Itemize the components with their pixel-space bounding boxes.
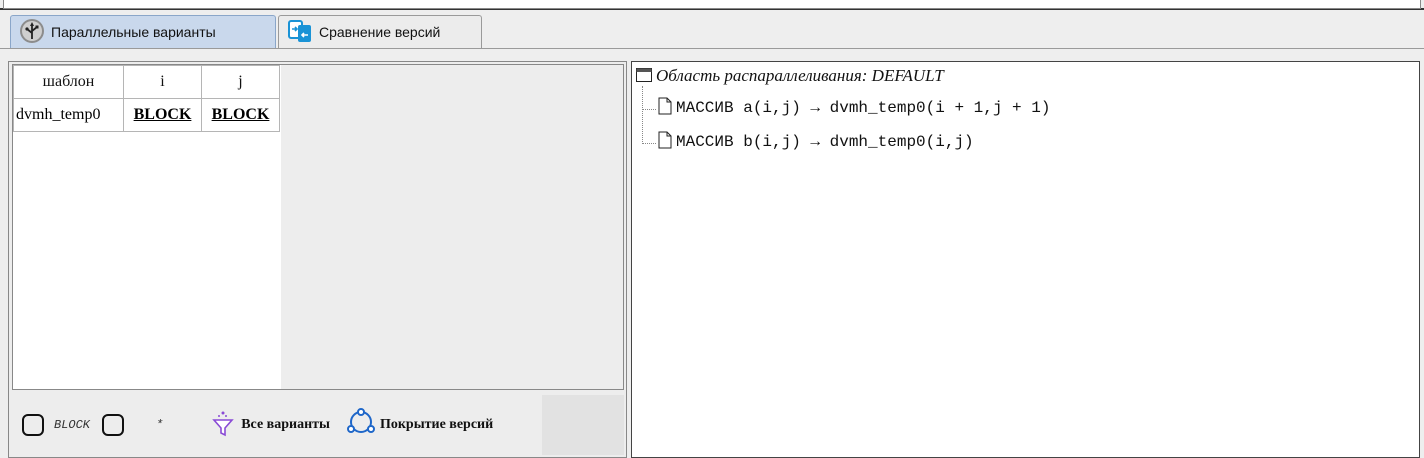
compare-versions-icon <box>287 18 313 47</box>
tree-root-node[interactable]: Область распараллеливания: DEFAULT <box>636 66 944 86</box>
folder-icon <box>636 67 652 86</box>
tree-node-array-a[interactable]: МАССИВ a(i,j) → dvmh_temp0(i + 1,j + 1) <box>658 97 1050 119</box>
column-header-j[interactable]: j <box>201 65 280 99</box>
coverage-circles-icon <box>344 408 378 442</box>
funnel-icon <box>211 408 235 442</box>
variants-grid: шаблон i j dvmh_temp0 BLOCK BLOCK <box>12 64 624 390</box>
column-header-i[interactable]: i <box>123 65 202 99</box>
tab-label: Сравнение версий <box>319 24 441 40</box>
file-icon <box>658 131 672 153</box>
block-filter[interactable]: BLOCK <box>22 414 90 436</box>
parallel-region-tree: Область распараллеливания: DEFAULT МАССИ… <box>631 61 1420 458</box>
variants-pane: шаблон i j dvmh_temp0 BLOCK BLOCK BLOCK … <box>8 61 627 458</box>
table-header-row: шаблон i j <box>13 65 280 99</box>
tab-parallel-variants[interactable]: Параллельные варианты <box>10 15 276 48</box>
usb-branch-icon <box>19 18 45 47</box>
variants-table: шаблон i j dvmh_temp0 BLOCK BLOCK <box>13 65 280 132</box>
top-strip <box>0 0 1424 10</box>
tree-node-label: МАССИВ a(i,j) → dvmh_temp0(i + 1,j + 1) <box>676 99 1051 117</box>
version-coverage-label: Покрытие версий <box>379 417 494 432</box>
table-row[interactable]: dvmh_temp0 BLOCK BLOCK <box>13 98 280 132</box>
tree-node-array-b[interactable]: МАССИВ b(i,j) → dvmh_temp0(i,j) <box>658 131 974 153</box>
all-variants-label: Все варианты <box>241 417 330 432</box>
tab-bar: Параллельные варианты Сравнение версий <box>0 12 1424 49</box>
tab-version-comparison[interactable]: Сравнение версий <box>278 15 482 48</box>
tree-root-label: Область распараллеливания: DEFAULT <box>656 66 944 85</box>
star-filter[interactable]: * <box>102 414 163 436</box>
tree-node-label: МАССИВ b(i,j) → dvmh_temp0(i,j) <box>676 133 974 151</box>
version-coverage-button[interactable]: Покрытие версий <box>344 408 493 442</box>
distribution-link-j[interactable]: BLOCK <box>201 98 280 132</box>
column-header-template[interactable]: шаблон <box>13 65 124 99</box>
block-filter-label: BLOCK <box>54 418 91 432</box>
star-checkbox[interactable] <box>102 414 125 436</box>
file-icon <box>658 97 672 119</box>
block-checkbox[interactable] <box>22 414 44 436</box>
star-filter-label: * <box>156 418 164 432</box>
template-cell[interactable]: dvmh_temp0 <box>13 98 124 132</box>
all-variants-button[interactable]: Все варианты <box>211 408 330 442</box>
filter-toolbar: BLOCK * Все варианты Покрытие версий <box>12 395 624 455</box>
distribution-link-i[interactable]: BLOCK <box>123 98 202 132</box>
tab-label: Параллельные варианты <box>51 24 216 40</box>
